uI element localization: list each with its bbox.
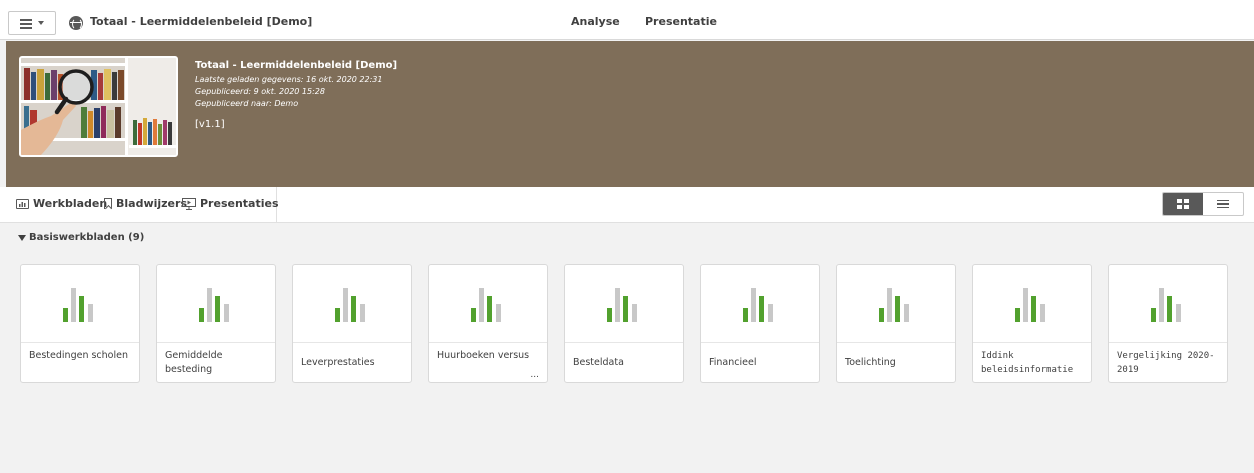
version-label: [v1.1]: [195, 119, 225, 130]
sheet-thumbnail: [701, 265, 819, 343]
section-title: Basiswerkbladen (9): [29, 232, 145, 243]
thumbnail-bar: [496, 304, 501, 322]
hero-title: Totaal - Leermiddelenbeleid [Demo]: [195, 60, 398, 71]
menu-button[interactable]: [8, 11, 56, 35]
published-text: Gepubliceerd: 9 okt. 2020 15:28: [195, 87, 325, 96]
view-toggle: [1162, 192, 1244, 216]
thumbnail-bar: [1167, 296, 1172, 322]
thumbnail-bar: [207, 288, 212, 322]
app-thumbnail: [19, 56, 178, 157]
thumbnail-bar: [759, 296, 764, 322]
app-title: Totaal - Leermiddelenbeleid [Demo]: [90, 15, 313, 28]
thumbnail-bar: [607, 308, 612, 322]
sheet-card-label: Leverprestaties: [301, 357, 375, 368]
sheet-card-label: Besteldata: [573, 357, 624, 368]
thumbnail-bar: [615, 288, 620, 322]
sheet-card[interactable]: Gemiddelde besteding: [156, 264, 276, 383]
thumbnail-bar: [1023, 288, 1028, 322]
thumbnail-bar: [487, 296, 492, 322]
thumbnail-bar: [63, 308, 68, 322]
sheet-card[interactable]: Huurboeken versus...: [428, 264, 548, 383]
sheet-thumbnail: [21, 265, 139, 343]
thumbnail-bar: [895, 296, 900, 322]
thumbnail-bar: [1040, 304, 1045, 322]
app-hero: Totaal - Leermiddelenbeleid [Demo] Laats…: [6, 41, 1254, 187]
list-view-button[interactable]: [1203, 193, 1243, 215]
sheet-card[interactable]: Bestedingen scholen: [20, 264, 140, 383]
sheet-thumbnail: [157, 265, 275, 343]
thumbnail-bar: [904, 304, 909, 322]
thumbnail-bar: [1015, 308, 1020, 322]
sheet-card-label: Vergelijking 2020-2019: [1117, 351, 1215, 375]
thumbnail-bar: [335, 308, 340, 322]
presentation-icon: [182, 197, 196, 210]
thumbnail-bar: [632, 304, 637, 322]
thumbnail-bar: [351, 296, 356, 322]
sheet-card-label: Huurboeken versus: [437, 350, 530, 361]
sheet-card[interactable]: Besteldata: [564, 264, 684, 383]
sheet-thumbnail: [293, 265, 411, 343]
tab-werkbladen-label: Werkbladen: [33, 197, 108, 210]
nav-analyse[interactable]: Analyse: [571, 15, 620, 28]
sheet-card[interactable]: Financieel: [700, 264, 820, 383]
thumbnail-bar: [88, 304, 93, 322]
thumbnail-bar: [224, 304, 229, 322]
thumbnail-bar: [879, 308, 884, 322]
thumbnail-bar: [215, 296, 220, 322]
thumbnail-bar: [199, 308, 204, 322]
sheet-thumbnail: [837, 265, 955, 343]
thumbnail-bar: [1151, 308, 1156, 322]
sheet-card[interactable]: Toelichting: [836, 264, 956, 383]
thumbnail-bar: [1031, 296, 1036, 322]
sheet-thumbnail: [1109, 265, 1227, 343]
sheet-card[interactable]: Vergelijking 2020-2019: [1108, 264, 1228, 383]
thumbnail-bar: [471, 308, 476, 322]
thumbnail-bar: [360, 304, 365, 322]
tabs: Werkbladen Bladwijzers Presentaties: [6, 187, 279, 223]
globe-icon: [69, 16, 83, 30]
bookmark-icon: [104, 198, 112, 209]
thumbnail-bar: [79, 296, 84, 322]
sheet-card-label: Toelichting: [845, 357, 896, 368]
sheet-card-label: Financieel: [709, 357, 757, 368]
thumbnail-bar: [887, 288, 892, 322]
thumbnail-bar: [751, 288, 756, 322]
nav-presentatie[interactable]: Presentatie: [645, 15, 717, 28]
sheet-card-label: Iddink beleidsinformatie: [981, 351, 1074, 375]
tab-bladwijzers-label: Bladwijzers: [116, 197, 187, 210]
section-toggle[interactable]: Basiswerkbladen (9): [18, 232, 144, 243]
truncation-ellipsis: ...: [530, 370, 539, 380]
sheet-thumbnail: [973, 265, 1091, 343]
thumbnail-bar: [343, 288, 348, 322]
tab-werkbladen[interactable]: Werkbladen: [16, 197, 107, 210]
sheet-card-label: Bestedingen scholen: [29, 350, 128, 361]
hamburger-icon: [20, 18, 32, 29]
tab-bladwijzers[interactable]: Bladwijzers: [104, 197, 187, 210]
tab-presentaties[interactable]: Presentaties: [182, 197, 279, 210]
thumbnail-bar: [768, 304, 773, 322]
thumbnail-bar: [71, 288, 76, 322]
top-bar: Totaal - Leermiddelenbeleid [Demo] Analy…: [0, 0, 1254, 40]
thumbnail-bar: [623, 296, 628, 322]
tab-presentaties-label: Presentaties: [200, 197, 279, 210]
thumbnail-bar: [479, 288, 484, 322]
last-loaded-text: Laatste geladen gegevens: 16 okt. 2020 2…: [195, 75, 383, 84]
sheet-card-label: Gemiddelde besteding: [165, 350, 223, 375]
grid-icon: [1177, 199, 1189, 209]
caret-down-icon: [18, 234, 26, 241]
published-to-text: Gepubliceerd naar: Demo: [195, 99, 299, 108]
tab-bar: Werkbladen Bladwijzers Presentaties: [0, 187, 1254, 223]
grid-view-button[interactable]: [1163, 193, 1203, 215]
thumbnail-bar: [1176, 304, 1181, 322]
sheet-icon: [16, 198, 29, 209]
thumbnail-bar: [1159, 288, 1164, 322]
sheet-thumbnail: [429, 265, 547, 343]
sheet-card[interactable]: Leverprestaties: [292, 264, 412, 383]
list-icon: [1217, 199, 1229, 209]
thumbnail-bar: [743, 308, 748, 322]
chevron-down-icon: [38, 21, 44, 25]
sheet-thumbnail: [565, 265, 683, 343]
sheet-card[interactable]: Iddink beleidsinformatie: [972, 264, 1092, 383]
